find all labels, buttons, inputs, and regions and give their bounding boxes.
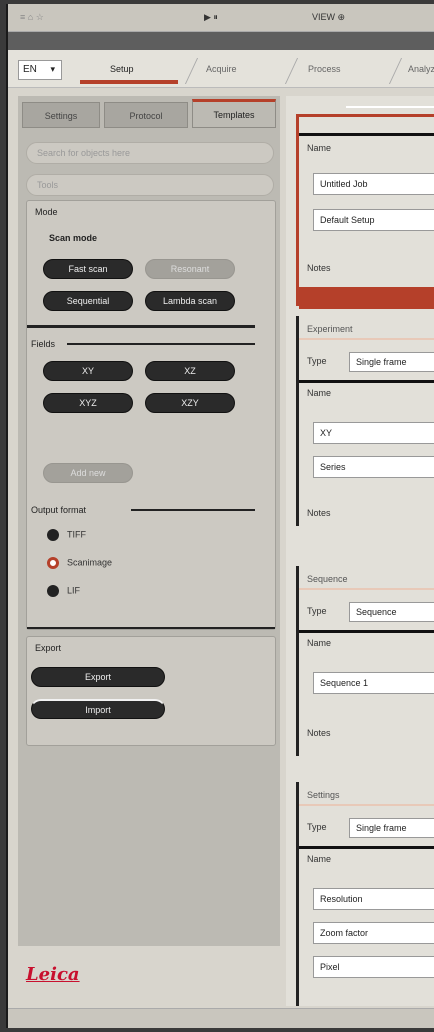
export-group: Export Export Import [26,636,276,746]
job-notes-label: Notes [307,263,331,273]
field-xz-button[interactable]: XZ [145,361,235,381]
experiment-name-label: Name [307,388,332,398]
language-value: EN [23,64,37,75]
card-rule [299,630,434,633]
card-rule [299,804,434,806]
chevron-down-icon: ▾ [50,64,55,74]
settings-name-label: Name [307,854,332,864]
leica-logo: Leica [26,964,80,985]
divider [67,343,255,345]
import-button[interactable]: Import [31,699,165,719]
card-rule [299,588,434,590]
app-window: ≡ ⌂ ☆ ▶ ⏸ VIEW ⊕ EN ▾ Setup Acquire Proc… [6,4,434,1028]
tab-protocol[interactable]: Protocol [104,102,188,128]
divider [27,325,255,328]
right-panel: Name Untitled Job Default Setup Notes Ex… [286,96,434,1006]
tab-analyze[interactable]: Analyze [408,56,434,84]
sequence-type-select[interactable]: Sequence [349,602,434,622]
field-xyz-button[interactable]: XYZ [43,393,133,413]
scan-mode-label: Scan mode [49,233,98,243]
tab-settings[interactable]: Settings [22,102,100,128]
job-name-label: Name [307,143,332,153]
job-setup-field[interactable]: Default Setup [313,209,434,231]
settings-type-label: Type [307,822,327,832]
fast-scan-button[interactable]: Fast scan [43,259,133,279]
workflow-tab-bar: EN ▾ Setup Acquire Process Analyze [8,50,434,88]
experiment-header: Experiment [307,324,353,334]
job-card: Name Untitled Job Default Setup Notes [296,114,434,309]
group-title-output: Output format [31,505,87,515]
job-name-field[interactable]: Untitled Job [313,173,434,195]
settings-group: Mode Scan mode Fast scan Resonant Sequen… [26,200,276,630]
resolution-field[interactable]: Resolution [313,888,434,910]
radio-icon[interactable] [47,529,59,541]
selection-bar [299,287,434,309]
output-option-scanimage[interactable]: Scanimage [47,557,112,573]
tab-acquire[interactable]: Acquire [206,56,276,84]
experiment-notes-label: Notes [307,508,331,518]
settings-card: Settings Type Single frame Name Resoluti… [296,782,434,1006]
object-search-input[interactable]: Search for objects here [26,142,274,164]
field-xy-button[interactable]: XY [43,361,133,381]
card-rule [299,133,434,136]
settings-header: Settings [307,790,340,800]
card-rule [299,338,434,340]
sequence-type-label: Type [307,606,327,616]
menu-icons[interactable]: ≡ ⌂ ☆ [20,12,44,23]
divider [346,106,434,108]
group-title-fields: Fields [31,339,56,349]
zoom-factor-field[interactable]: Zoom factor [313,922,434,944]
tab-process[interactable]: Process [308,56,378,84]
status-bar [8,1008,434,1028]
header-strip [8,32,434,50]
radio-selected-icon[interactable] [47,557,59,569]
sequential-button[interactable]: Sequential [43,291,133,311]
view-controls[interactable]: VIEW ⊕ [312,12,345,23]
experiment-series-field[interactable]: Series [313,456,434,478]
experiment-type-select[interactable]: Single frame [349,352,434,372]
radio-icon[interactable] [47,585,59,597]
sequence-notes-label: Notes [307,728,331,738]
tools-search-input[interactable]: Tools [26,174,274,196]
pixel-field[interactable]: Pixel [313,956,434,978]
group-title-export: Export [35,643,62,653]
field-xzy-button[interactable]: XZY [145,393,235,413]
tab-setup[interactable]: Setup [80,56,178,84]
sequence-header: Sequence [307,574,348,584]
divider [27,627,275,629]
left-panel: Settings Protocol Templates Search for o… [18,96,280,946]
experiment-type-label: Type [307,356,327,366]
title-bar: ≡ ⌂ ☆ ▶ ⏸ VIEW ⊕ [8,4,434,32]
sequence-name-label: Name [307,638,332,648]
experiment-xy-field[interactable]: XY [313,422,434,444]
card-rule [299,380,434,383]
resonant-button[interactable]: Resonant [145,259,235,279]
sequence-card: Sequence Type Sequence Name Sequence 1 N… [296,566,434,756]
group-title-mode: Mode [35,207,58,217]
export-button[interactable]: Export [31,667,165,687]
output-option-tiff[interactable]: TIFF [47,529,86,545]
experiment-card: Experiment Type Single frame Name XY Ser… [296,316,434,526]
tab-separator [375,58,403,84]
card-rule [299,846,434,849]
settings-type-select[interactable]: Single frame [349,818,434,838]
playback-controls[interactable]: ▶ ⏸ [204,12,218,23]
language-select[interactable]: EN ▾ [18,60,62,80]
sequence-name-field[interactable]: Sequence 1 [313,672,434,694]
output-option-lif[interactable]: LIF [47,585,80,601]
tab-templates[interactable]: Templates [192,99,276,128]
add-new-button[interactable]: Add new [43,463,133,483]
lambda-scan-button[interactable]: Lambda scan [145,291,235,311]
divider [131,509,255,511]
